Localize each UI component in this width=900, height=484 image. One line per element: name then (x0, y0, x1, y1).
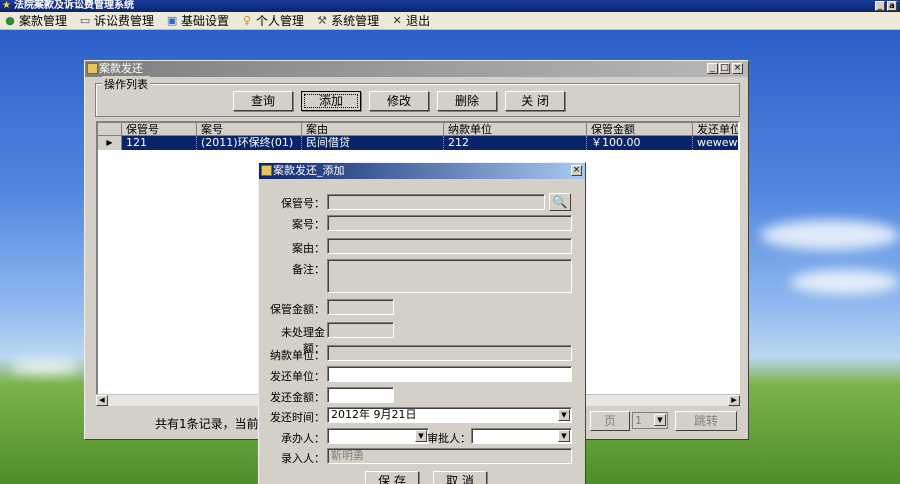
payer-unit-field[interactable] (327, 345, 572, 361)
prev-page-button[interactable]: 页 (590, 411, 630, 431)
recorder-field: 靳明勇 (327, 448, 572, 464)
menu-bar: ● 案款管理 ▭ 诉讼费管理 ▣ 基础设置 ♀ 个人管理 ⚒ 系统管理 ✕ 退出 (0, 12, 900, 30)
return-time-label: 发还时间： (270, 411, 325, 424)
window-icon (261, 165, 272, 176)
menu-item-label: 诉讼费管理 (94, 14, 155, 28)
person-icon: ♀ (243, 13, 252, 27)
storage-amount-field[interactable] (327, 299, 394, 315)
unprocessed-amount-field[interactable] (327, 322, 394, 338)
case-window-title-bar: 案款发还 _ □ × (85, 61, 748, 77)
payer-unit-label: 纳款单位： (270, 349, 325, 362)
menu-item[interactable]: ⚒ 系统管理 (316, 12, 379, 29)
table-row[interactable]: 121 (2011)环保终(01) 民间借贷 212 ￥100.00 wewew… (98, 136, 738, 150)
edit-button[interactable]: 修改 (369, 91, 429, 111)
remark-label: 备注： (292, 263, 325, 276)
case-no-label: 案号： (292, 218, 325, 231)
approver-select[interactable]: ▼ (471, 428, 572, 444)
storage-no-field[interactable] (327, 194, 545, 210)
case-cause-label: 案由： (292, 242, 325, 255)
window-icon (87, 63, 98, 74)
table-cell: (2011)环保终(01) (197, 136, 302, 150)
globe-icon: ● (5, 13, 15, 27)
storage-no-label: 保管号： (281, 197, 325, 210)
close-button[interactable]: 关 闭 (505, 91, 565, 111)
add-dialog-title: 案款发还_添加 (273, 164, 345, 177)
jump-button[interactable]: 跳转 (675, 411, 737, 431)
chevron-down-icon[interactable]: ▼ (558, 409, 570, 421)
minimize-button[interactable]: _ (875, 1, 885, 11)
column-header[interactable]: 发还单位 (693, 123, 738, 136)
case-close-button[interactable]: × (732, 63, 743, 74)
case-no-field[interactable] (327, 215, 572, 231)
row-pointer-icon: ▶ (98, 136, 122, 150)
table-cell: wewewew (693, 136, 738, 150)
tools-icon: ⚒ (317, 13, 327, 27)
header-corner (98, 123, 122, 136)
table-cell: 民间借贷 (302, 136, 444, 150)
column-header[interactable]: 保管号 (122, 123, 197, 136)
add-dialog-title-bar: 案款发还_添加 × (259, 163, 585, 179)
scroll-right-icon[interactable]: ▶ (728, 395, 740, 406)
operation-group-label: 操作列表 (102, 76, 150, 92)
delete-button[interactable]: 删除 (437, 91, 497, 111)
column-header[interactable]: 保管金额 (587, 123, 693, 136)
column-header[interactable]: 案由 (302, 123, 444, 136)
menu-item-label: 基础设置 (181, 14, 230, 28)
menu-item-label: 案款管理 (19, 14, 68, 28)
handler-label: 承办人： (281, 432, 325, 445)
return-time-value: 2012年 9月21日 (331, 408, 417, 421)
scroll-left-icon[interactable]: ◀ (96, 395, 108, 406)
menu-item[interactable]: ✕ 退出 (391, 12, 430, 29)
column-header[interactable]: 案号 (197, 123, 302, 136)
menu-item[interactable]: ♀ 个人管理 (241, 12, 304, 29)
menu-item-label: 个人管理 (256, 14, 305, 28)
case-cause-field[interactable] (327, 238, 572, 254)
page-number: 1 (635, 414, 642, 427)
storage-amount-label: 保管金额： (270, 303, 325, 316)
return-time-picker[interactable]: 2012年 9月21日 ▼ (327, 407, 572, 423)
search-icon[interactable]: 🔍 (549, 193, 571, 211)
dialog-close-button[interactable]: × (571, 165, 582, 176)
return-unit-label: 发还单位： (270, 370, 325, 383)
table-cell: 121 (122, 136, 197, 150)
return-amount-label: 发还金额： (270, 391, 325, 404)
app-title: 法院案款及诉讼费管理系统 (14, 0, 134, 11)
page-select[interactable]: 1 ▼ (632, 412, 668, 429)
cancel-button[interactable]: 取 消 (433, 471, 487, 484)
case-window-title: 案款发还 (99, 62, 143, 75)
case-maximize-button[interactable]: □ (719, 63, 730, 74)
chevron-down-icon[interactable]: ▼ (558, 430, 570, 442)
return-unit-field[interactable] (327, 366, 572, 382)
menu-item[interactable]: ● 案款管理 (4, 12, 67, 29)
menu-item[interactable]: ▭ 诉讼费管理 (79, 12, 154, 29)
recorder-label: 录入人： (281, 452, 325, 465)
remark-field[interactable] (327, 259, 572, 293)
return-amount-field[interactable] (327, 387, 394, 403)
case-minimize-button[interactable]: _ (707, 63, 718, 74)
chevron-down-icon: ▼ (654, 414, 666, 426)
approver-label: 审批人： (427, 432, 471, 445)
monitor-icon: ▣ (166, 13, 178, 27)
add-dialog: 案款发还_添加 × 保管号： 🔍 案号： 案由： 备注： 保管金额： 未处理金额… (258, 162, 586, 484)
table-cell: 212 (444, 136, 587, 150)
operation-group: 操作列表 查询 添加 修改 删除 关 闭 (95, 76, 740, 117)
query-button[interactable]: 查询 (233, 91, 293, 111)
restore-button[interactable]: a (887, 1, 897, 11)
app-title-bar: ★ 法院案款及诉讼费管理系统 _ a (0, 0, 900, 12)
table-cell: ￥100.00 (587, 136, 693, 150)
add-button[interactable]: 添加 (301, 91, 361, 111)
column-header[interactable]: 纳款单位 (444, 123, 587, 136)
save-button[interactable]: 保 存 (365, 471, 419, 484)
close-icon: ✕ (392, 13, 402, 27)
window-icon: ▭ (79, 13, 91, 27)
app-star-icon: ★ (2, 0, 11, 11)
menu-item-label: 退出 (406, 14, 431, 28)
table-header: 保管号 案号 案由 纳款单位 保管金额 发还单位 (98, 123, 738, 136)
menu-item[interactable]: ▣ 基础设置 (166, 12, 229, 29)
menu-item-label: 系统管理 (331, 14, 380, 28)
